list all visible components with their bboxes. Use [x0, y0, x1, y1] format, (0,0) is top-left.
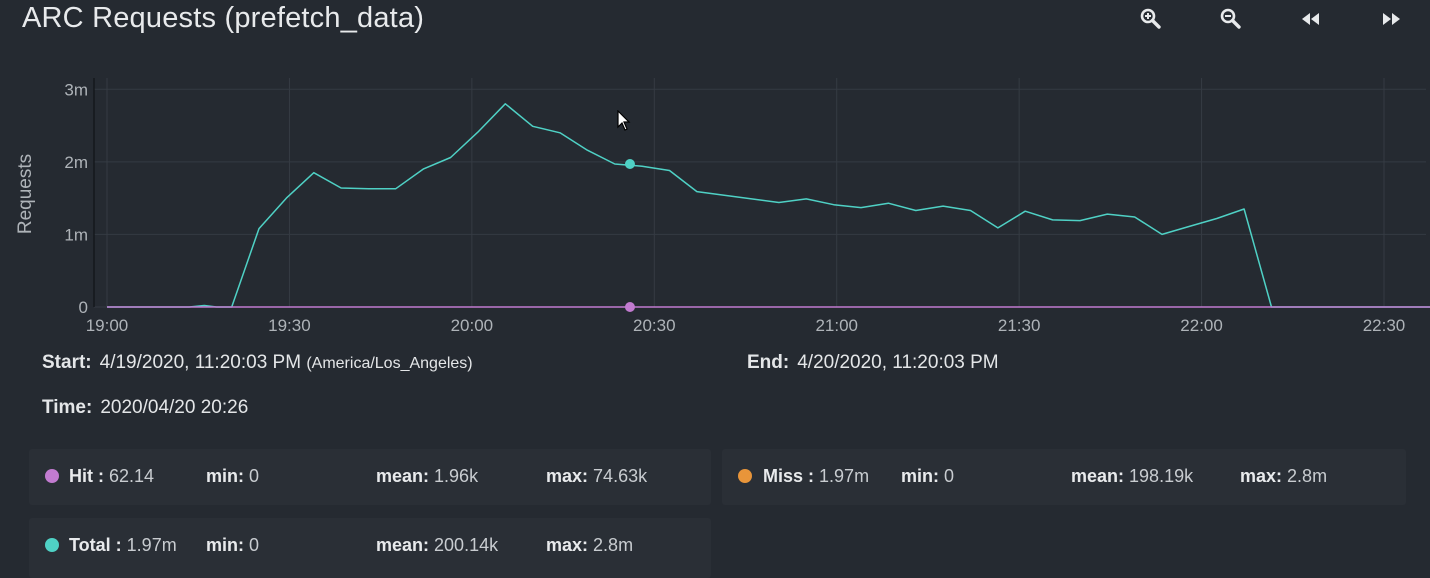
back-button[interactable] [1296, 6, 1326, 32]
y-tick-label: 0 [79, 298, 88, 317]
forward-button[interactable] [1376, 6, 1406, 32]
legend-total-max: max: 2.8m [546, 535, 634, 555]
x-tick-label: 22:30 [1363, 316, 1406, 335]
legend-miss-mean: mean: 198.19k [1071, 466, 1194, 486]
start-info: Start: 4/19/2020, 11:20:03 PM (America/Lo… [42, 352, 473, 374]
x-tick-label: 19:30 [268, 316, 311, 335]
zoom-in-button[interactable] [1136, 6, 1166, 32]
legend-hit-mean: mean: 1.96k [376, 466, 479, 486]
x-tick-label: 19:00 [86, 316, 129, 335]
x-tick-label: 20:30 [633, 316, 676, 335]
end-label: End: [747, 352, 790, 373]
end-value: 4/20/2020, 11:20:03 PM [797, 352, 999, 373]
legend-total-mean: mean: 200.14k [376, 535, 499, 555]
time-info: Time: 2020/04/20 20:26 [42, 397, 248, 419]
legend-hit-max: max: 74.63k [546, 466, 648, 486]
rewind-icon [1302, 13, 1319, 25]
x-tick-label: 21:30 [998, 316, 1041, 335]
time-value: 2020/04/20 20:26 [100, 397, 249, 418]
y-tick-label: 2m [64, 153, 88, 172]
total-color-dot [45, 538, 59, 552]
legend-total-min: min: 0 [206, 535, 260, 555]
line-chart[interactable]: 0 1m 2m 3m 19:00 19:30 20:00 20:30 21:00 21:30 22:… [0, 70, 1430, 340]
fast-forward-icon [1383, 13, 1400, 25]
zoom-in-icon [1140, 8, 1161, 29]
hover-point-hit [624, 301, 635, 312]
start-value: 4/19/2020, 11:20:03 PM [99, 352, 302, 373]
start-timezone: (America/Los_Angeles) [306, 355, 473, 372]
zoom-out-button[interactable] [1216, 6, 1246, 32]
x-tick-label: 21:00 [815, 316, 858, 335]
x-tick-label: 22:00 [1180, 316, 1223, 335]
series-line-total [107, 103, 1430, 308]
legend-miss-current: Miss : 1.97m [763, 466, 870, 486]
legend-total-current: Total : 1.97m [69, 535, 177, 555]
y-tick-label: 1m [64, 225, 88, 244]
hit-color-dot [45, 469, 59, 483]
chart-title: ARC Requests (prefetch_data) [22, 2, 425, 34]
legend-card-hit[interactable]: Hit : 62.14 min: 0 mean: 1.96k max: 74.6… [29, 449, 711, 505]
chart-toolbar [1136, 6, 1406, 32]
end-info: End: 4/20/2020, 11:20:03 PM [747, 352, 999, 374]
start-label: Start: [42, 352, 92, 373]
legend-hit-current: Hit : 62.14 [69, 466, 155, 486]
y-axis-label: Requests [15, 154, 36, 234]
legend-card-miss[interactable]: Miss : 1.97m min: 0 mean: 198.19k max: 2… [722, 449, 1406, 505]
miss-color-dot [738, 469, 752, 483]
hover-point-total [624, 159, 635, 170]
time-label: Time: [42, 397, 93, 418]
mouse-pointer-icon [617, 110, 631, 131]
x-tick-label: 20:00 [451, 316, 494, 335]
legend-miss-max: max: 2.8m [1240, 466, 1328, 486]
legend-hit-min: min: 0 [206, 466, 260, 486]
legend-miss-min: min: 0 [901, 466, 955, 486]
y-tick-label: 3m [64, 80, 88, 99]
zoom-out-icon [1220, 8, 1241, 29]
legend-card-total[interactable]: Total : 1.97m min: 0 mean: 200.14k max: … [29, 518, 711, 578]
